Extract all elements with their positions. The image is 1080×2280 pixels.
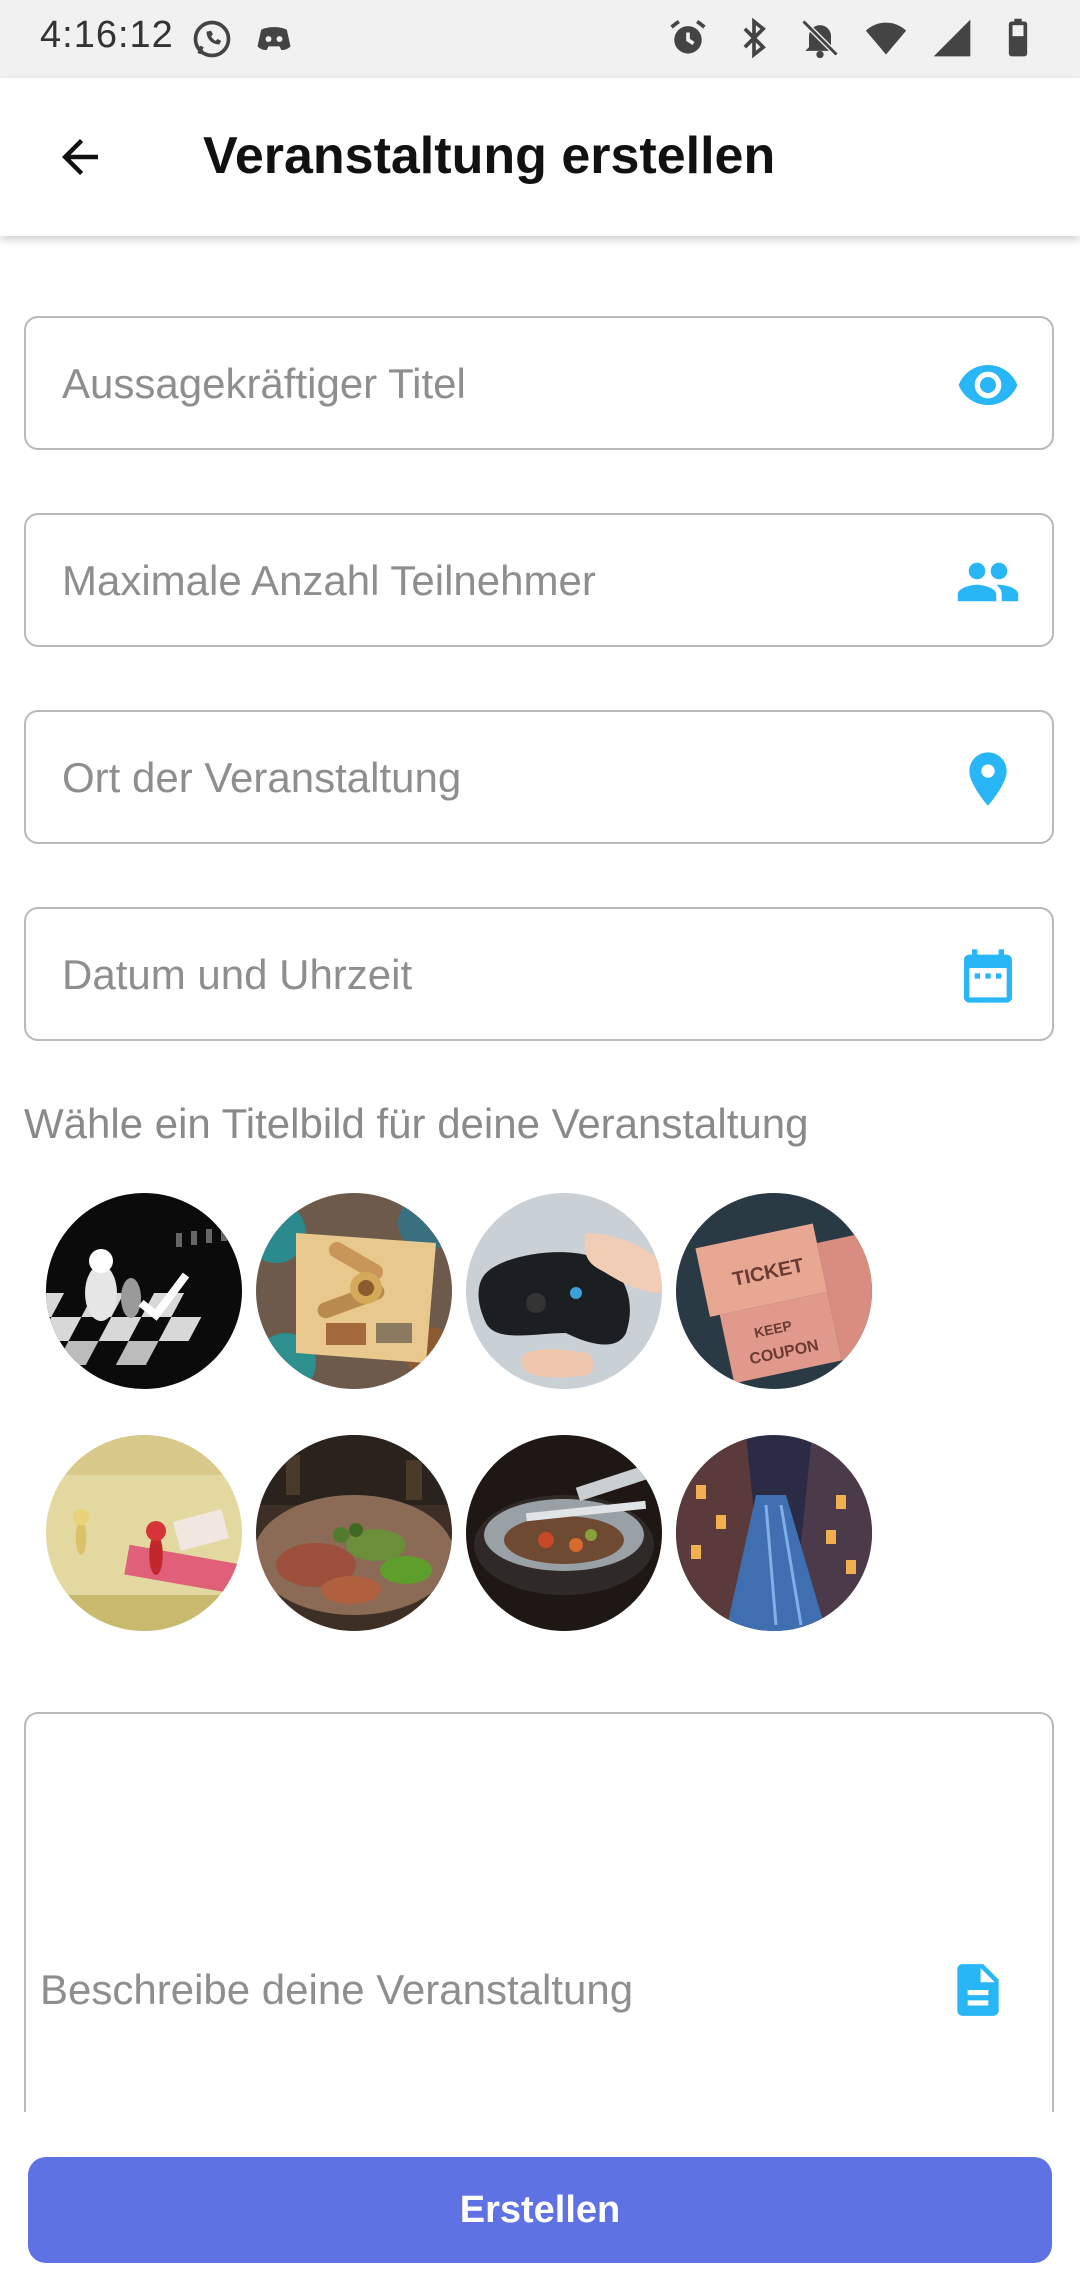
participants-input[interactable] xyxy=(60,515,944,647)
title-input[interactable] xyxy=(60,318,944,450)
battery-icon xyxy=(1008,18,1028,57)
calendar-picker[interactable] xyxy=(954,942,1022,1010)
cover-image-food-platter[interactable] xyxy=(256,1193,452,1389)
description-input[interactable] xyxy=(38,1964,922,2048)
cover-image-game-controller[interactable] xyxy=(466,1193,662,1389)
location-icon-wrap xyxy=(954,745,1022,813)
create-button[interactable]: Erstellen xyxy=(28,2157,1052,2263)
app-bar: Veranstaltung erstellen xyxy=(0,78,1080,236)
cover-image-grilled-meat[interactable] xyxy=(256,1435,452,1631)
status-time: 4:16:12 xyxy=(40,14,174,56)
alarm-icon xyxy=(670,20,706,54)
participants-icon-wrap xyxy=(954,548,1022,616)
whatsapp-icon xyxy=(193,20,231,58)
people-icon xyxy=(957,562,1019,602)
location-pin-icon xyxy=(969,752,1007,806)
cover-image-chess[interactable] xyxy=(46,1193,242,1389)
bluetooth-icon xyxy=(743,17,766,59)
page-title: Veranstaltung erstellen xyxy=(203,127,776,185)
cover-image-rainy-street[interactable] xyxy=(676,1435,872,1631)
cover-image-label: Wähle ein Titelbild für deine Veranstalt… xyxy=(24,1100,809,1147)
eye-icon xyxy=(958,365,1018,405)
cover-image-wok-cooking[interactable] xyxy=(466,1435,662,1631)
participants-field[interactable] xyxy=(24,513,1054,647)
back-button[interactable] xyxy=(46,123,114,191)
document-icon xyxy=(957,1964,999,2016)
arrow-back-icon xyxy=(62,139,98,175)
visibility-toggle[interactable] xyxy=(954,351,1022,419)
bottom-bar: Erstellen xyxy=(0,2112,1080,2280)
description-field[interactable] xyxy=(24,1712,1054,2112)
notifications-off-icon xyxy=(801,19,839,59)
title-field[interactable] xyxy=(24,316,1054,450)
location-field[interactable] xyxy=(24,710,1054,844)
signal-icon xyxy=(933,19,971,57)
calendar-icon xyxy=(964,949,1012,1003)
status-bar: 4:16:12 xyxy=(0,0,1080,78)
cover-image-tickets[interactable]: TICKET KEEP COUPON xyxy=(676,1193,872,1389)
wifi-icon xyxy=(865,22,907,55)
cover-image-board-game[interactable] xyxy=(46,1435,242,1631)
discord-icon xyxy=(257,27,291,50)
datetime-input[interactable] xyxy=(60,909,944,1041)
location-input[interactable] xyxy=(60,712,944,844)
description-icon-wrap xyxy=(944,1956,1012,2024)
datetime-field[interactable] xyxy=(24,907,1054,1041)
